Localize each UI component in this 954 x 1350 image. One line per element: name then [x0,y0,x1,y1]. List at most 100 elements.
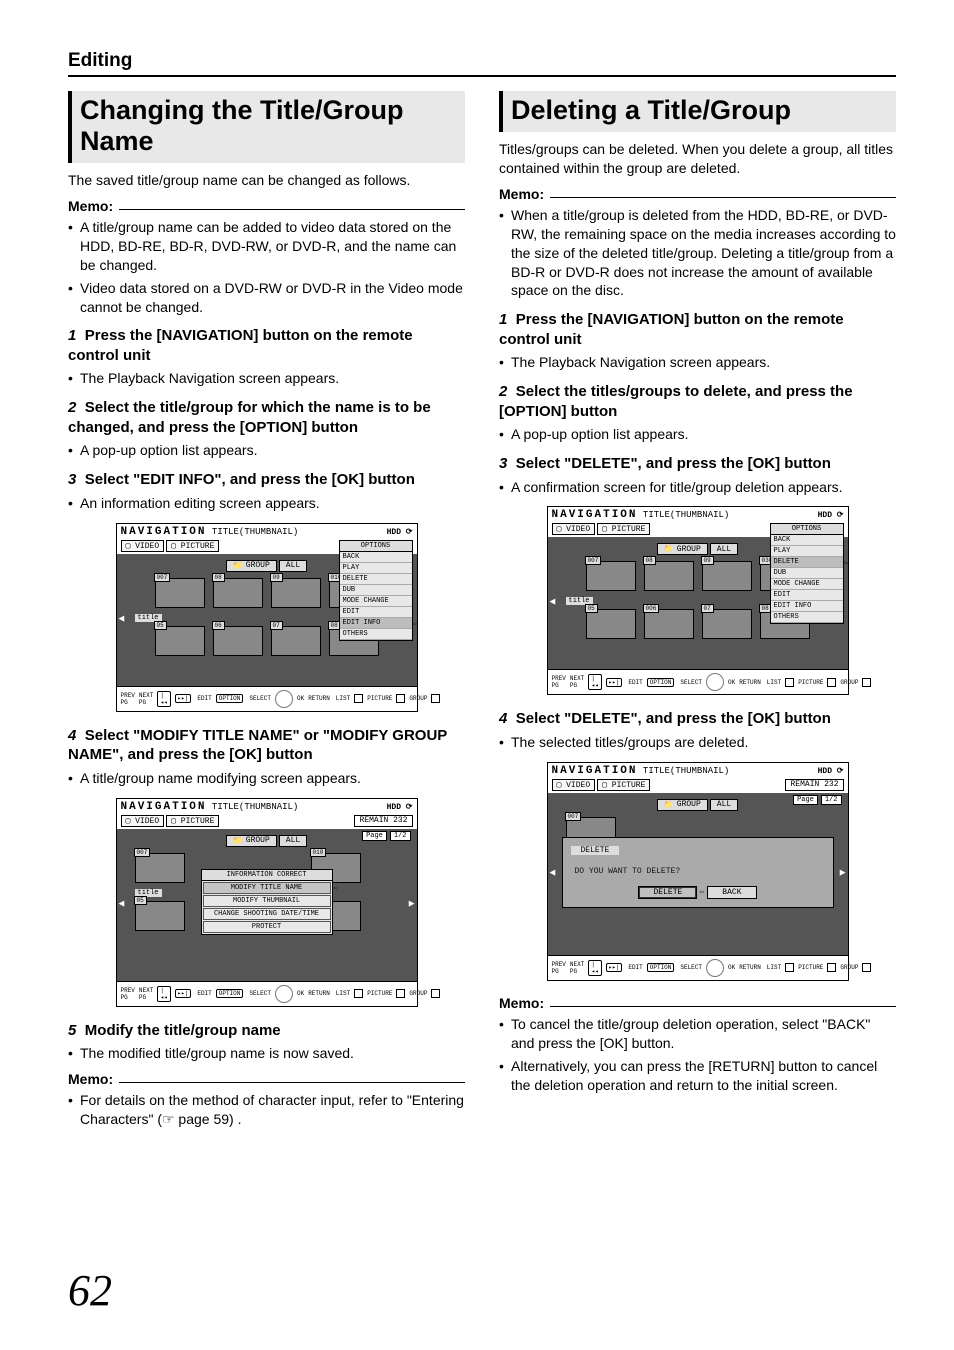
dpad-icon [275,690,293,708]
delete-dialog: DELETE DO YOU WANT TO DELETE? DELETE⇦ BA… [562,837,834,908]
step-number: 3 [68,471,76,488]
step-sub: The Playback Navigation screen appears. [68,369,465,388]
caret-left-icon: ◄ [550,598,556,609]
memo-item: Alternatively, you can press the [RETURN… [499,1057,896,1095]
group-pill: 📁 GROUP [657,543,708,555]
navigation-screenshot-modify-title: NAVIGATION TITLE(THUMBNAIL) HDD ⟳ ▢ VIDE… [116,798,418,1007]
remain-label: REMAIN 232 [354,815,412,827]
thumbnail: 07 [702,609,752,639]
memo-heading: Memo: [499,186,896,202]
pointer-arrow-icon: ⇦ [699,887,704,897]
prev-icon: |◂◂ [588,674,601,690]
left-heading: Changing the Title/Group Name [68,91,465,163]
next-icon: ▸▸| [175,989,192,998]
memo-heading: Memo: [499,995,896,1011]
step-sub: A confirmation screen for title/group de… [499,478,896,497]
page-indicator: Page1/2 [793,795,841,805]
step: 2 Select the titles/groups to delete, an… [499,382,896,421]
thumbnail: 08 [644,561,694,591]
dpad-icon [706,959,724,977]
thumbnail: 007 [586,561,636,591]
navigation-screenshot-delete-confirm: NAVIGATION TITLE(THUMBNAIL) HDD ⟳ ▢ VIDE… [547,762,849,981]
group-pill: 📁 GROUP [226,560,277,572]
thumbnail: 06 [213,626,263,656]
step-text: Modify the title/group name [85,1022,281,1039]
menu-item-edit: EDIT [340,607,412,618]
step: 5 Modify the title/group name [68,1021,465,1041]
step-number: 1 [68,327,76,344]
footer-bar: PREV PGNEXT PG |◂◂▸▸| EDITOPTION SELECTO… [548,669,848,694]
caret-left-icon: ◄ [550,868,556,879]
thumbnail: 09 [271,578,321,608]
memo-label: Memo: [68,198,113,214]
thumbnail: 05 [155,626,205,656]
left-lead: The saved title/group name can be change… [68,171,465,190]
step-sub: A pop-up option list appears. [68,441,465,460]
dialog-back-button: BACK [707,886,756,899]
menu-item-mode-change: MODE CHANGE [771,579,843,590]
navigation-screenshot-edit-info: NAVIGATION TITLE(THUMBNAIL) HDD ⟳ ▢ VIDE… [116,523,418,712]
step-text: Select the title/group for which the nam… [68,399,431,436]
section-title: Editing [68,50,896,77]
left-column: Changing the Title/Group Name The saved … [68,91,465,1137]
menu-item-edit: EDIT [771,590,843,601]
prev-icon: |◂◂ [588,960,601,976]
step: 3 Select "EDIT INFO", and press the [OK]… [68,470,465,490]
all-pill: ALL [279,835,307,847]
hdd-badge: HDD ⟳ [387,527,413,537]
step: 1 Press the [NAVIGATION] button on the r… [499,310,896,349]
menu-item-others: OTHERS [340,629,412,640]
memo-item: For details on the method of character i… [68,1091,465,1129]
thumbnail: 007 [135,853,185,883]
tab-picture: ▢ PICTURE [166,815,219,827]
menu-item-modify-thumbnail: MODIFY THUMBNAIL [203,895,331,907]
all-pill: ALL [710,543,738,555]
thumbnail: 05 [586,609,636,639]
next-icon: ▸▸| [606,963,623,972]
tab-picture: ▢ PICTURE [166,540,219,552]
options-header: OPTIONS [340,541,412,552]
step-number: 4 [68,727,76,744]
nav-subtitle: TITLE(THUMBNAIL) [212,527,298,537]
memo-heading: Memo: [68,198,465,214]
dpad-icon [706,673,724,691]
thumbnail: 006 [644,609,694,639]
menu-item-dub: DUB [771,568,843,579]
caret-left-icon: ◄ [119,899,125,910]
menu-item-play: PLAY [340,563,412,574]
menu-item-dub: DUB [340,585,412,596]
all-pill: ALL [710,799,738,811]
dpad-icon [275,985,293,1003]
menu-item-delete: DELETE⇦ [771,557,843,568]
thumbnail: 09 [702,561,752,591]
step-sub: The modified title/group name is now sav… [68,1044,465,1063]
nav-word: NAVIGATION [121,526,207,538]
menu-item-others: OTHERS [771,612,843,623]
step-sub: A pop-up option list appears. [499,425,896,444]
step-number: 5 [68,1022,76,1039]
tab-picture: ▢ PICTURE [597,523,650,535]
menu-item-back: BACK [771,535,843,546]
thumbnail: 07 [271,626,321,656]
step-text: Select "EDIT INFO", and press the [OK] b… [85,471,415,488]
tab-video: ▢ VIDEO [121,815,165,827]
memo-list: For details on the method of character i… [68,1091,465,1129]
memo-list: A title/group name can be added to video… [68,218,465,316]
step-sub: An information editing screen appears. [68,494,465,513]
menu-item-modify-title-name: MODIFY TITLE NAME⇦ [203,882,331,894]
thumbnail: 05 [135,901,185,931]
menu-item-delete: DELETE [340,574,412,585]
memo-item: When a title/group is deleted from the H… [499,206,896,300]
tab-video: ▢ VIDEO [552,523,596,535]
options-menu: OPTIONS BACK PLAY DELETE⇦ DUB MODE CHANG… [770,523,844,624]
step-text: Select "MODIFY TITLE NAME" or "MODIFY GR… [68,727,447,764]
option-key: OPTION [216,694,244,703]
menu-item-protect: PROTECT [203,921,331,933]
all-pill: ALL [279,560,307,572]
dialog-question: DO YOU WANT TO DELETE? [575,867,825,876]
menu-item-edit-info: EDIT INFO [771,601,843,612]
tab-picture: ▢ PICTURE [597,779,650,791]
step-sub: The Playback Navigation screen appears. [499,353,896,372]
pointer-arrow-icon: ⇦ [413,619,418,629]
prev-icon: |◂◂ [157,986,170,1002]
